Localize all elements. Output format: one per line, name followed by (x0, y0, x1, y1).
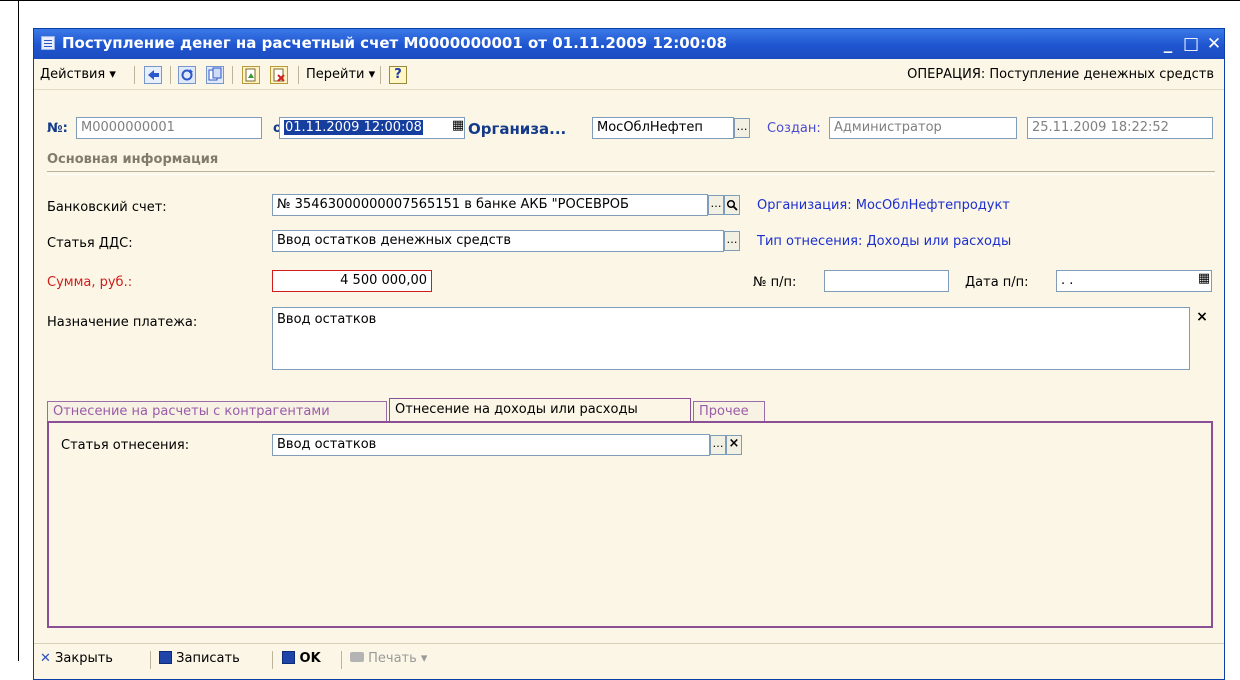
allocation-article-select-button[interactable]: … (710, 435, 726, 455)
created-label: Создан: (767, 121, 821, 136)
toolbar: Действия ▾ Перейти ▾ ? ОПЕРАЦИЯ: Поступл… (34, 61, 1224, 90)
clear-purpose-icon[interactable]: × (1194, 309, 1210, 329)
bottom-command-bar: ✕ Закрыть Записать OK Печать ▾ (34, 643, 1224, 674)
created-date-field: 25.11.2009 18:22:52 (1027, 117, 1213, 139)
pp-number-field[interactable] (824, 270, 949, 292)
pp-date-label: Дата п/п: (965, 275, 1029, 290)
organization-field[interactable]: МосОблНефтеп (592, 117, 734, 139)
bottombar-separator (341, 651, 342, 669)
maximize-button[interactable]: □ (1179, 32, 1203, 56)
refresh-icon[interactable] (178, 66, 196, 84)
dds-article-label: Статья ДДС: (47, 236, 133, 251)
calendar-icon[interactable]: ▦ (450, 118, 466, 138)
print-button-label: Печать ▾ (368, 651, 428, 666)
date-field[interactable]: 01.11.2009 12:00:08 (279, 117, 465, 139)
ok-disk-icon (282, 651, 295, 664)
close-button[interactable]: ✕ Закрыть (40, 651, 113, 666)
frame-left-line (18, 0, 19, 661)
toolbar-separator (380, 66, 381, 84)
go-back-icon[interactable] (144, 66, 162, 84)
pp-number-label: № п/п: (753, 275, 797, 290)
frame-top-line (0, 0, 1240, 1)
save-button-label: Записать (176, 651, 240, 666)
post-document-icon[interactable] (242, 66, 260, 84)
number-label: №: (47, 121, 68, 136)
created-by-field: Администратор (829, 117, 1017, 139)
dds-article-select-button[interactable]: … (724, 231, 740, 251)
allocation-type-link[interactable]: Тип отнесения: Доходы или расходы (757, 234, 1011, 249)
payment-purpose-label: Назначение платежа: (47, 315, 198, 330)
title-bar[interactable]: Поступление денег на расчетный счет М000… (34, 29, 1224, 59)
section-title: Основная информация (47, 152, 219, 167)
goto-menu-button[interactable]: Перейти ▾ (306, 64, 375, 86)
close-window-button[interactable]: ✕ (1202, 32, 1226, 56)
payment-purpose-field[interactable]: Ввод остатков (272, 307, 1190, 370)
date-value: 01.11.2009 12:00:08 (284, 120, 423, 135)
section-divider (47, 171, 1215, 175)
save-button[interactable]: Записать (159, 651, 240, 666)
document-icon (41, 36, 55, 50)
unpost-document-icon[interactable] (270, 66, 288, 84)
bank-account-search-icon[interactable] (724, 195, 740, 215)
bank-account-label: Банковский счет: (47, 200, 167, 215)
ok-button[interactable]: OK (282, 651, 321, 666)
print-button[interactable]: Печать ▾ (350, 651, 427, 666)
close-x-icon: ✕ (40, 651, 51, 666)
payment-purpose-value: Ввод остатков (277, 312, 377, 327)
allocation-article-label: Статья отнесения: (61, 438, 190, 453)
pp-date-calendar-icon[interactable]: ▦ (1196, 271, 1212, 291)
bank-account-field[interactable]: № 35463000000007565151 в банке АКБ "РОСЕ… (272, 194, 708, 216)
save-disk-icon (159, 651, 172, 664)
operation-type-label: ОПЕРАЦИЯ: Поступление денежных средств (907, 67, 1214, 82)
sum-label: Сумма, руб.: (47, 275, 133, 290)
help-icon[interactable]: ? (389, 66, 407, 84)
close-button-label: Закрыть (55, 651, 113, 666)
organization-select-button[interactable]: … (734, 118, 750, 138)
clear-allocation-article-icon[interactable]: × (726, 435, 742, 455)
toolbar-separator (298, 66, 299, 84)
bottombar-separator (272, 651, 273, 669)
dds-article-field[interactable]: Ввод остатков денежных средств (272, 230, 724, 252)
minimize-button[interactable]: _ (1156, 32, 1180, 56)
ok-button-label: OK (299, 651, 321, 666)
tab-counterparty-settlements[interactable]: Отнесение на расчеты с контрагентами (47, 401, 387, 422)
toolbar-separator (170, 66, 171, 84)
sum-field[interactable]: 4 500 000,00 (272, 270, 432, 292)
toolbar-separator (232, 66, 233, 84)
number-field[interactable]: М0000000001 (76, 117, 262, 139)
actions-menu-button[interactable]: Действия ▾ (40, 64, 116, 86)
bank-account-select-button[interactable]: … (708, 195, 724, 215)
tab-panel: Статья отнесения: Ввод остатков … × (47, 421, 1213, 628)
toolbar-separator (134, 66, 135, 84)
copy-document-icon[interactable] (206, 66, 224, 84)
allocation-article-field[interactable]: Ввод остатков (272, 434, 710, 456)
tab-income-expense[interactable]: Отнесение на доходы или расходы (389, 398, 691, 423)
bottombar-separator (150, 651, 151, 669)
tab-other[interactable]: Прочее (693, 401, 765, 422)
document-window: Поступление денег на расчетный счет М000… (33, 28, 1225, 680)
bank-organization-link[interactable]: Организация: МосОблНефтепродукт (757, 198, 1010, 213)
pp-date-field[interactable]: . . (1056, 270, 1212, 292)
organization-label: Организа... (468, 120, 567, 138)
window-title: Поступление денег на расчетный счет М000… (62, 34, 727, 52)
